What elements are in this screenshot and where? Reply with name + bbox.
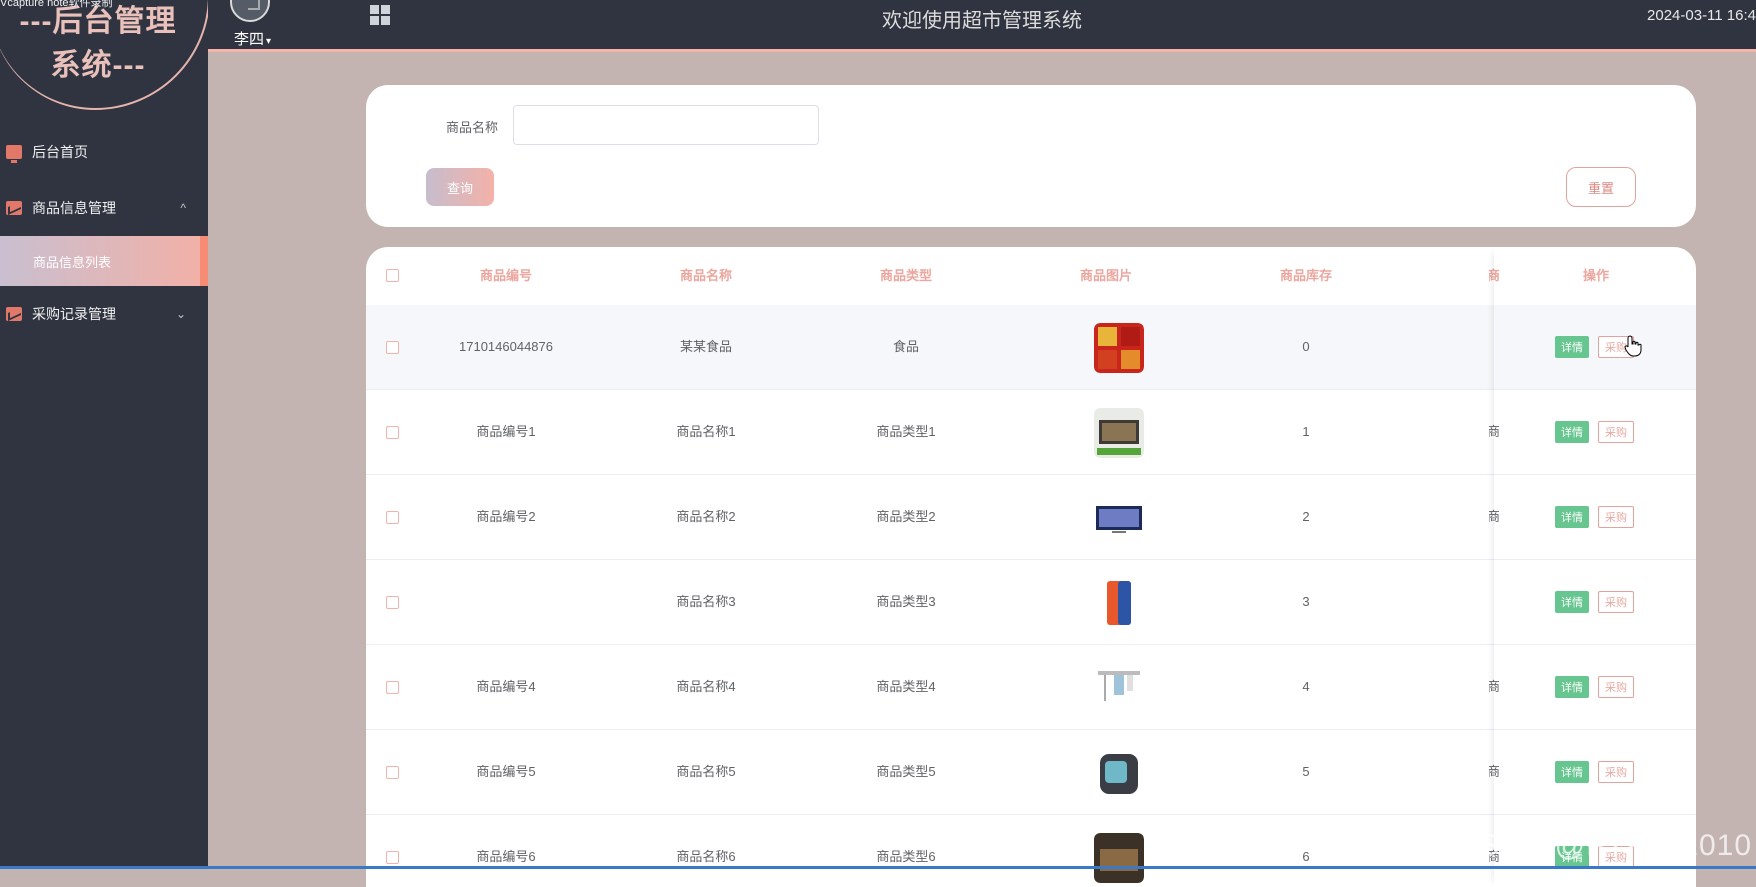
product-thumbnail[interactable]	[1094, 578, 1144, 628]
cell-product-type: 商品类型5	[876, 764, 936, 779]
cell-product-id: 商品编号1	[476, 424, 536, 439]
row-checkbox[interactable]	[386, 851, 399, 864]
caret-down-icon: ▾	[266, 36, 272, 47]
cell-product-stock: 2	[1302, 509, 1310, 524]
row-checkbox[interactable]	[386, 766, 399, 779]
col-product-id[interactable]: 商品编号	[426, 247, 586, 305]
cell-product-name: 商品名称5	[676, 764, 736, 779]
logo: ---后台管理 系统---	[0, 0, 208, 110]
sidebar-subitem-product-list[interactable]: 商品信息列表	[0, 236, 208, 286]
cell-product-id: 1710146044876	[459, 339, 553, 354]
row-checkbox[interactable]	[386, 596, 399, 609]
cell-product-name: 商品名称1	[676, 424, 736, 439]
cell-product-id: 商品编号4	[476, 679, 536, 694]
cell-product-type: 食品	[892, 339, 919, 354]
cell-product-type: 商品类型1	[876, 424, 936, 439]
cell-product-stock: 4	[1302, 679, 1310, 694]
logo-line-2: 系统---	[50, 49, 146, 82]
top-header: 李四 ▾ 欢迎使用超市管理系统 2024-03-11 16:4	[208, 0, 1756, 52]
cell-product-type: 商品类型6	[876, 849, 936, 864]
cell-product-name: 某某食品	[679, 339, 732, 354]
cell-product-id: 商品编号2	[476, 509, 536, 524]
row-checkbox[interactable]	[386, 426, 399, 439]
datetime: 2024-03-11 16:4	[1647, 7, 1756, 24]
fixed-actions-column	[1494, 247, 1696, 887]
username: 李四	[234, 31, 265, 48]
logo-text: ---后台管理 系统---	[0, 0, 196, 88]
reset-button[interactable]: 重置	[1566, 167, 1636, 207]
cell-product-id	[426, 560, 586, 644]
col-product-name[interactable]: 商品名称	[626, 247, 786, 305]
sidebar-item-purchase-records[interactable]: 采购记录管理 ⌄	[0, 286, 208, 342]
cell-product-type: 商品类型4	[876, 679, 936, 694]
chevron-up-icon: ^	[180, 201, 186, 215]
cell-product-id: 商品编号5	[476, 764, 536, 779]
sidebar-item-label: 后台首页	[32, 144, 88, 160]
sidebar: ---后台管理 系统--- 后台首页 商品信息管理 ^ 商品信息列表 采购记录管…	[0, 0, 208, 869]
cell-product-name: 商品名称2	[676, 509, 736, 524]
sidebar-item-product-management[interactable]: 商品信息管理 ^	[0, 180, 208, 236]
chevron-down-icon: ⌄	[175, 307, 186, 321]
col-product-image[interactable]: 商品图片	[1026, 247, 1186, 305]
cell-product-id: 商品编号6	[476, 849, 536, 864]
chart-icon	[6, 201, 22, 215]
row-checkbox[interactable]	[386, 681, 399, 694]
product-name-label: 商品名称	[446, 120, 499, 135]
recorder-watermark: Vcapture note软件录制	[0, 0, 113, 9]
cell-product-name: 商品名称4	[676, 679, 736, 694]
cell-product-stock: 1	[1302, 424, 1310, 439]
product-thumbnail[interactable]	[1094, 493, 1144, 543]
sidebar-menu: 后台首页 商品信息管理 ^ 商品信息列表 采购记录管理 ⌄	[0, 124, 208, 342]
monitor-icon	[6, 145, 22, 163]
select-all-checkbox[interactable]	[386, 269, 399, 282]
page-title: 欢迎使用超市管理系统	[882, 10, 1082, 32]
cell-product-stock: 6	[1302, 849, 1310, 864]
product-thumbnail[interactable]	[1094, 833, 1144, 883]
sidebar-item-label: 采购记录管理	[32, 306, 116, 322]
cell-product-name: 商品名称6	[676, 849, 736, 864]
cell-product-type: 商品类型2	[876, 509, 936, 524]
row-checkbox[interactable]	[386, 511, 399, 524]
cell-product-stock: 3	[1302, 594, 1310, 609]
sidebar-subitem-label: 商品信息列表	[33, 254, 112, 270]
search-panel: 商品名称 查询 重置	[366, 85, 1696, 227]
product-thumbnail[interactable]	[1094, 408, 1144, 458]
cell-product-name: 商品名称3	[676, 594, 736, 609]
col-product-stock[interactable]: 商品库存	[1226, 247, 1386, 305]
product-thumbnail[interactable]	[1094, 663, 1144, 713]
sidebar-item-label: 商品信息管理	[32, 200, 116, 216]
product-table: 商品编号 商品名称 商品类型 商品图片 商品库存 商 操作 1710146044…	[366, 247, 1696, 887]
csdn-watermark: CSDN @FYKJ_2010	[1456, 829, 1752, 862]
col-product-type[interactable]: 商品类型	[826, 247, 986, 305]
sidebar-item-home[interactable]: 后台首页	[0, 124, 208, 180]
chart-icon	[6, 307, 22, 321]
product-thumbnail[interactable]	[1094, 748, 1144, 798]
product-thumbnail[interactable]	[1094, 323, 1144, 373]
query-button[interactable]: 查询	[426, 168, 494, 206]
row-checkbox[interactable]	[386, 341, 399, 354]
hand-cursor-icon	[1624, 335, 1642, 357]
cell-product-stock: 5	[1302, 764, 1310, 779]
product-name-input[interactable]	[513, 105, 819, 145]
cell-product-stock: 0	[1302, 339, 1310, 354]
cell-product-type: 商品类型3	[876, 594, 936, 609]
